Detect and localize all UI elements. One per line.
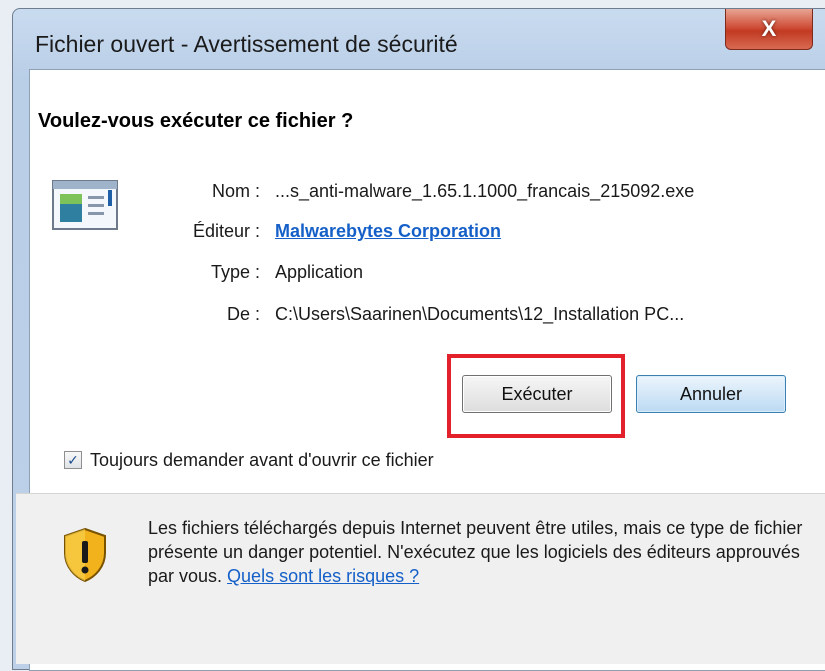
security-warning-shield-icon	[64, 527, 106, 583]
name-value: ...s_anti-malware_1.65.1.1000_francais_2…	[275, 181, 695, 201]
title-bar[interactable]: Fichier ouvert - Avertissement de sécuri…	[13, 9, 825, 69]
close-button[interactable]: X	[725, 9, 813, 50]
type-label: Type :	[210, 262, 260, 282]
always-ask-checkbox[interactable]: ✓	[64, 451, 82, 469]
checkmark-icon: ✓	[67, 452, 79, 468]
publisher-link[interactable]: Malwarebytes Corporation	[275, 221, 501, 242]
cancel-button[interactable]: Annuler	[636, 375, 786, 413]
dialog-heading: Voulez-vous exécuter ce fichier ?	[38, 110, 354, 132]
warning-message: Les fichiers téléchargés depuis Internet…	[148, 516, 813, 588]
from-value: C:\Users\Saarinen\Documents\12_Installat…	[275, 304, 685, 324]
from-label: De :	[226, 304, 260, 324]
run-button-highlight	[447, 354, 625, 438]
window-title: Fichier ouvert - Avertissement de sécuri…	[35, 31, 458, 57]
always-ask-label[interactable]: Toujours demander avant d'ouvrir ce fich…	[90, 450, 434, 471]
publisher-label: Éditeur :	[192, 221, 260, 241]
type-value: Application	[275, 262, 364, 282]
close-icon: X	[761, 16, 777, 41]
name-label: Nom :	[211, 181, 260, 201]
risks-link[interactable]: Quels sont les risques ?	[227, 566, 419, 586]
